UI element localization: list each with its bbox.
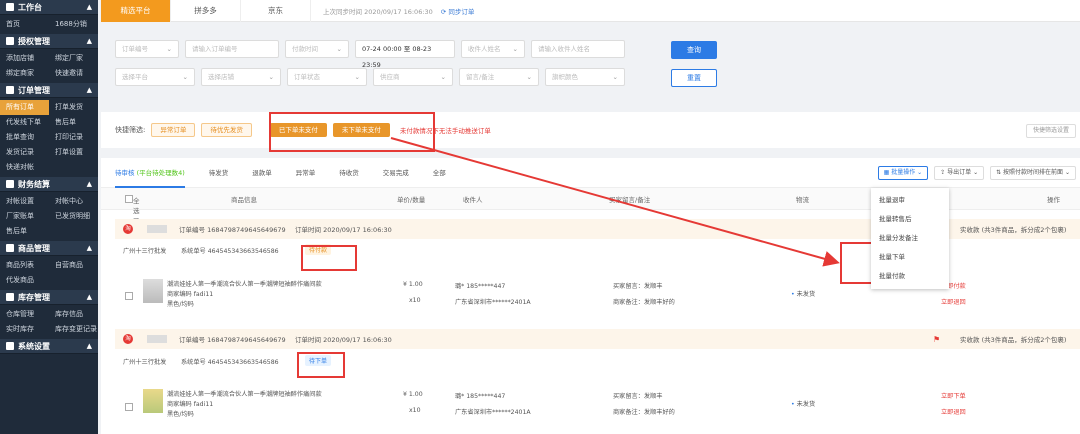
caret-up-icon: ▲ (86, 244, 92, 252)
sidebar-section-finance[interactable]: 财务结算 ▲ (0, 177, 98, 192)
sidebar-item[interactable]: 库存变更记录 (49, 322, 98, 337)
workbench-icon (6, 3, 14, 11)
sidebar-item[interactable]: 已发货明细 (49, 209, 98, 224)
menu-item-batch-reject[interactable]: 批量退审 (871, 191, 949, 210)
sidebar-section-goods[interactable]: 商品管理 ▲ (0, 241, 98, 256)
caret-up-icon: ▲ (86, 180, 92, 188)
sidebar-item[interactable]: 代发商品 (0, 273, 49, 288)
orders-icon (6, 86, 14, 94)
goods-icon (6, 244, 14, 252)
caret-up-icon: ▲ (86, 37, 92, 45)
sidebar-item[interactable]: 对帐设置 (0, 194, 49, 209)
sidebar-item[interactable]: 添加店铺 (0, 51, 49, 66)
sidebar-item[interactable]: 首页 (0, 17, 49, 32)
stock-icon (6, 293, 14, 301)
menu-item-batch-pay[interactable]: 批量付款 (871, 267, 949, 286)
menu-item-batch-order[interactable]: 批量下单 (871, 248, 949, 267)
sidebar-item[interactable]: 打单发货 (49, 100, 98, 115)
caret-up-icon: ▲ (86, 293, 92, 301)
sidebar-item[interactable]: 对帐中心 (49, 194, 98, 209)
sidebar-item[interactable]: 绑定商家 (0, 66, 49, 81)
sidebar-item[interactable]: 打单设置 (49, 145, 98, 160)
sidebar-item[interactable]: 自营商品 (49, 258, 98, 273)
caret-up-icon: ▲ (86, 3, 92, 11)
sidebar-item-all-orders[interactable]: 所有订单 (0, 100, 49, 115)
sidebar-item[interactable]: 打印记录 (49, 130, 98, 145)
batch-ops-menu: 批量退审 批量转售后 批量分发备注 批量下单 批量付款 (871, 188, 949, 289)
sidebar-section-orders[interactable]: 订单管理 ▲ (0, 83, 98, 98)
sidebar-item[interactable]: 仓库管理 (0, 307, 49, 322)
sidebar-item[interactable]: 售后单 (49, 115, 98, 130)
menu-item-batch-remark[interactable]: 批量分发备注 (871, 229, 949, 248)
main-area: 精选平台 拼多多 京东 上次同步时间 2020/09/17 16:06:30 ⟳… (101, 0, 1080, 434)
sidebar-item[interactable]: 商品列表 (0, 258, 49, 273)
sidebar-item[interactable]: 1688分销 (49, 17, 98, 32)
sidebar-item[interactable]: 快递对帐 (0, 160, 49, 175)
sidebar-section-settings[interactable]: 系统设置 ▲ (0, 339, 98, 354)
sidebar-item[interactable]: 库存信品 (49, 307, 98, 322)
sidebar-item[interactable]: 绑定厂家 (49, 51, 98, 66)
sidebar-item[interactable]: 发货记录 (0, 145, 49, 160)
sidebar-section-stock[interactable]: 库存管理 ▲ (0, 290, 98, 305)
settings-icon (6, 342, 14, 350)
sidebar-item[interactable]: 售后单 (0, 224, 49, 239)
caret-up-icon: ▲ (86, 86, 92, 94)
sidebar-item[interactable]: 厂家账单 (0, 209, 49, 224)
auth-icon (6, 37, 14, 45)
sidebar-item[interactable]: 实时库存 (0, 322, 49, 337)
caret-up-icon: ▲ (86, 342, 92, 350)
menu-item-batch-aftersale[interactable]: 批量转售后 (871, 210, 949, 229)
sidebar-item[interactable]: 批单查询 (0, 130, 49, 145)
finance-icon (6, 180, 14, 188)
sidebar-section-workbench[interactable]: 工作台 ▲ (0, 0, 98, 15)
sidebar-item[interactable]: 代发线下单 (0, 115, 49, 130)
sidebar-item[interactable]: 快速邀请 (49, 66, 98, 81)
sidebar: 工作台 ▲ 首页 1688分销 授权管理 ▲ 添加店铺 绑定厂家 绑定商家 快速邀请… (0, 0, 98, 434)
sidebar-section-auth[interactable]: 授权管理 ▲ (0, 34, 98, 49)
